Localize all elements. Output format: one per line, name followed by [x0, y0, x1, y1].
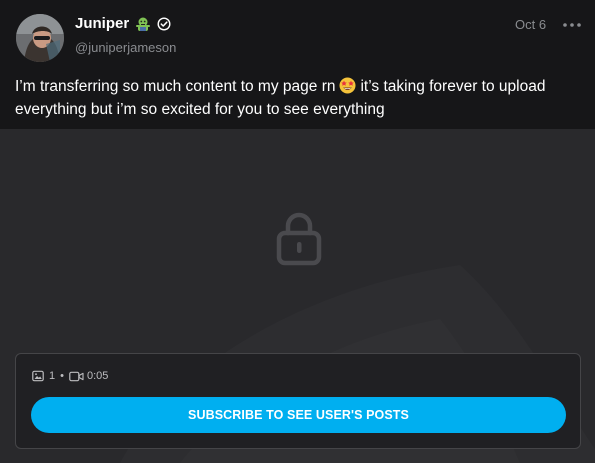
- author-handle[interactable]: @juniperjameson: [75, 40, 176, 55]
- subscribe-button[interactable]: SUBSCRIBE TO SEE USER'S POSTS: [31, 397, 566, 433]
- lock-icon: [276, 212, 322, 266]
- avatar[interactable]: [16, 14, 64, 62]
- post-text: I’m transferring so much content to my p…: [15, 75, 580, 121]
- stats-separator: •: [60, 370, 64, 382]
- video-duration: 0:05: [86, 370, 109, 382]
- photo-icon: [32, 370, 44, 382]
- video-icon: [69, 371, 84, 381]
- post-card: Juniper @juniperjameson Oct 6 I’m transf…: [0, 0, 595, 463]
- author-name-text[interactable]: Juniper: [75, 15, 129, 32]
- verified-badge-icon: [157, 16, 171, 31]
- media-stats: 1 • 0:05: [32, 370, 108, 382]
- photos-count: 1: [49, 370, 56, 382]
- author-name[interactable]: Juniper: [75, 15, 171, 32]
- post-date[interactable]: Oct 6: [515, 17, 546, 32]
- more-dots-icon: [563, 23, 581, 27]
- zombie-emoji-icon: [135, 16, 151, 32]
- star-struck-emoji-icon: [339, 77, 356, 94]
- post-text-part-1: I’m transferring so much content to my p…: [15, 78, 336, 95]
- more-options-button[interactable]: [559, 16, 585, 34]
